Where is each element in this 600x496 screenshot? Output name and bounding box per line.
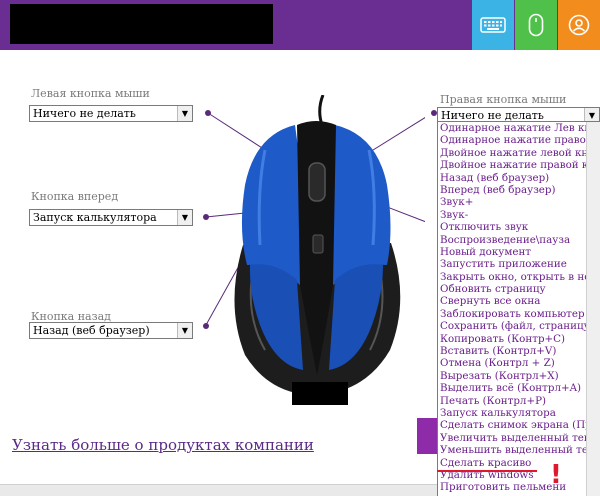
dropdown-item[interactable]: Новый документ (438, 246, 600, 258)
keyboard-settings-button[interactable] (472, 0, 514, 50)
redacted-logo (292, 382, 348, 405)
dropdown-item[interactable]: Двойное нажатие правой кнопки (438, 159, 600, 171)
forward-button-label: Кнопка вперед (31, 190, 119, 203)
dropdown-item[interactable]: Приготовить пельмени (438, 481, 600, 493)
left-button-select[interactable]: Ничего не делать ▼ (29, 105, 193, 122)
dropdown-item[interactable]: Свернуть все окна (438, 295, 600, 307)
dropdown-item[interactable]: Увеличить выделенный текст (438, 432, 600, 444)
redacted-title (10, 4, 273, 44)
dropdown-item[interactable]: Печать (Контрл+P) (438, 395, 600, 407)
chevron-down-icon[interactable]: ▼ (177, 210, 192, 225)
dropdown-item[interactable]: Отключить звук (438, 221, 600, 233)
dropdown-item[interactable]: Одинарное нажатие правой кноп (438, 134, 600, 146)
dropdown-item[interactable]: Копировать (Контр+C) (438, 333, 600, 345)
dropdown-item[interactable]: Уменьшить выделенный текст (438, 444, 600, 456)
taskbar-strip (0, 484, 437, 496)
dropdown-item[interactable]: Сделать снимок экрана (Принт С (438, 419, 600, 431)
left-button-value: Ничего не делать (33, 107, 136, 120)
annotation-underline (437, 470, 537, 472)
chevron-down-icon[interactable]: ▼ (177, 106, 192, 121)
right-button-label: Правая кнопка мыши (440, 93, 567, 106)
dropdown-item[interactable]: Отмена (Контрл + Z) (438, 357, 600, 369)
header-bar (0, 0, 600, 50)
back-button-select[interactable]: Назад (веб браузер) ▼ (29, 322, 193, 339)
keyboard-icon (480, 17, 506, 33)
dropdown-item[interactable]: Вырезать (Контрл+X) (438, 370, 600, 382)
dropdown-item[interactable]: Одинарное нажатие Лев кнопки м (438, 122, 600, 134)
dropdown-item[interactable]: Звук- (438, 209, 600, 221)
dropdown-item[interactable]: Двойное нажатие левой кнопки м (438, 147, 600, 159)
dropdown-item[interactable]: Сделать красиво (438, 457, 600, 469)
dropdown-item[interactable]: Закрыть окно, открыть в новом о (438, 271, 600, 283)
dropdown-item[interactable]: Назад (веб браузер) (438, 172, 600, 184)
dropdown-item[interactable]: Заблокировать компьютер (438, 308, 600, 320)
dropdown-item[interactable]: Сохранить (файл, страницу) (438, 320, 600, 332)
dropdown-item[interactable]: Запустить приложение (438, 258, 600, 270)
forward-button-value: Запуск калькулятора (33, 211, 157, 224)
learn-more-link[interactable]: Узнать больше о продуктах компании (12, 436, 314, 454)
left-button-label: Левая кнопка мыши (31, 87, 150, 100)
user-icon (568, 14, 590, 36)
dropdown-item[interactable]: Выделить всё (Контрл+A) (438, 382, 600, 394)
mouse-icon (528, 13, 544, 37)
right-button-dropdown-list[interactable]: Одинарное нажатие Лев кнопки м Одинарное… (437, 121, 600, 496)
dropdown-item[interactable]: Звук+ (438, 196, 600, 208)
connector-dot (431, 110, 437, 116)
forward-button-select[interactable]: Запуск калькулятора ▼ (29, 209, 193, 226)
mouse-illustration (205, 95, 425, 395)
user-settings-button[interactable] (558, 0, 600, 50)
dropdown-item[interactable]: Вперед (веб браузер) (438, 184, 600, 196)
side-tab[interactable] (417, 418, 437, 454)
chevron-down-icon[interactable]: ▼ (177, 323, 192, 338)
mouse-settings-button[interactable] (515, 0, 557, 50)
dropdown-scrollbar[interactable] (586, 122, 600, 496)
dropdown-item[interactable]: Вставить (Контрл+V) (438, 345, 600, 357)
back-button-value: Назад (веб браузер) (33, 324, 150, 337)
dropdown-item[interactable]: Воспроизведение\пауза (438, 234, 600, 246)
dropdown-item[interactable]: Запуск калькулятора (438, 407, 600, 419)
annotation-exclamation: ! (550, 460, 562, 490)
dropdown-item[interactable]: Обновить страницу (438, 283, 600, 295)
